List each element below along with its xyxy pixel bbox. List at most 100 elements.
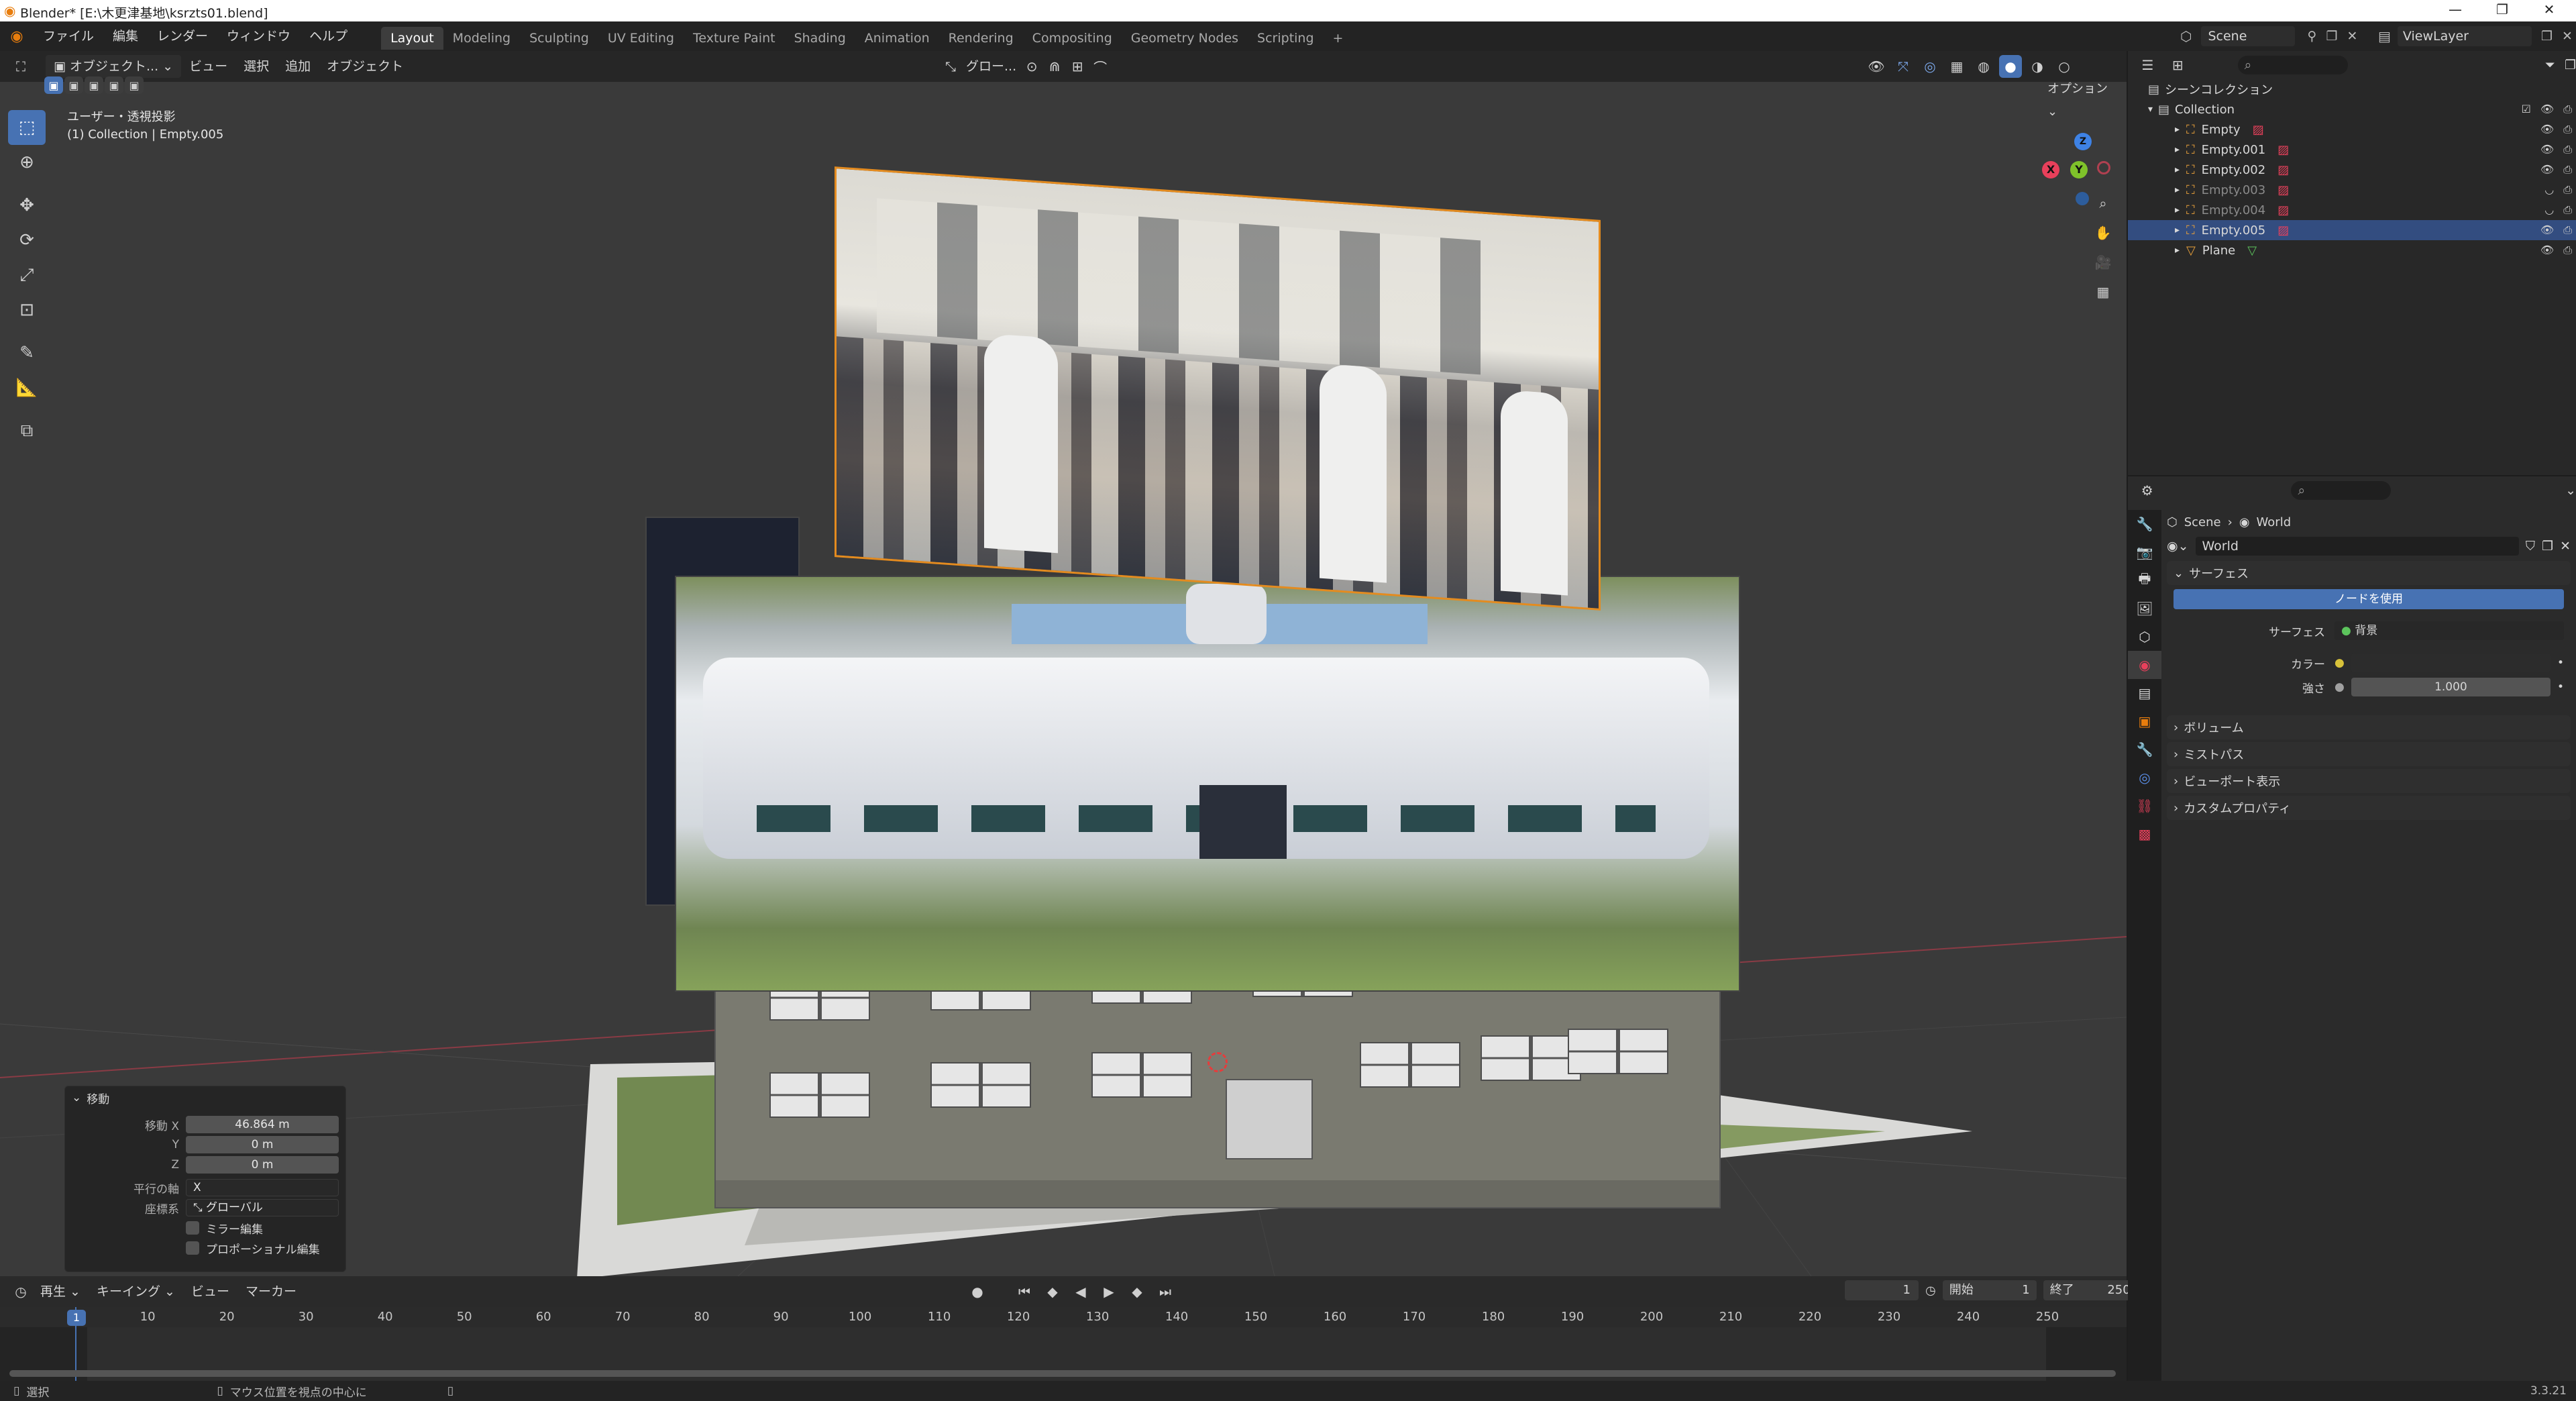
expand-chevron-icon[interactable]: ▸ (2175, 225, 2180, 236)
texture-tab-icon[interactable]: ▩ (2128, 820, 2161, 848)
tab-texture-paint[interactable]: Texture Paint (684, 27, 785, 50)
delete-view-layer-icon[interactable]: ✕ (2562, 29, 2573, 44)
next-keyframe-icon[interactable]: ◆ (1126, 1280, 1148, 1303)
scale-tool-icon[interactable]: ⤢ (8, 258, 46, 293)
expand-chevron-icon[interactable]: ▸ (2175, 205, 2180, 215)
viewport-menu-view[interactable]: ビュー (181, 55, 235, 78)
fake-user-icon[interactable]: ⛉ (2526, 539, 2535, 554)
tab-compositing[interactable]: Compositing (1023, 27, 1122, 50)
properties-search-input[interactable]: ⌕ (2291, 481, 2392, 500)
select-intersect-icon[interactable]: ▣ (125, 76, 144, 94)
jump-end-icon[interactable]: ⏭ (1154, 1280, 1177, 1303)
tab-sculpting[interactable]: Sculpting (520, 27, 598, 50)
new-collection-icon[interactable]: ❐ (2565, 58, 2576, 72)
gizmo-y-axis[interactable]: Y (2070, 161, 2088, 178)
keyframe-dot-icon[interactable]: • (2557, 656, 2564, 670)
duplicate-world-icon[interactable]: ❐ (2542, 539, 2553, 554)
new-scene-icon[interactable]: ❐ (2326, 29, 2337, 44)
outliner-scene-collection[interactable]: ▤ シーンコレクション (2128, 79, 2576, 99)
tab-scripting[interactable]: Scripting (1248, 27, 1324, 50)
viewport-options-button[interactable]: オプション ⌄ (2039, 78, 2127, 119)
modifier-tab-icon[interactable]: 🔧 (2128, 735, 2161, 764)
mode-selector[interactable]: ▣ オブジェクト... ⌄ (46, 55, 182, 78)
gizmo-toggle-icon[interactable]: ⤧ (1892, 55, 1915, 78)
world-tab-icon[interactable]: ◉ (2128, 651, 2161, 679)
transform-orientation-icon[interactable]: ⤡ (939, 55, 962, 78)
collection-tab-icon[interactable]: ▤ (2128, 679, 2161, 707)
outliner-search-input[interactable]: ⌕ (2237, 56, 2348, 74)
filter-icon[interactable]: ⏷ (2545, 58, 2555, 72)
outliner-item[interactable]: ▸ ⛶ Empty.002 ▨ 👁 ⎙ (2128, 160, 2576, 180)
outliner-item[interactable]: ▸ ⛶ Empty.001 ▨ 👁 ⎙ (2128, 140, 2576, 160)
shading-rendered-icon[interactable]: ○ (2053, 55, 2076, 78)
camera-icon[interactable]: ⎙ (2563, 183, 2572, 197)
output-tab-icon[interactable]: 🖶 (2128, 566, 2161, 594)
custom-properties-panel-header[interactable]: › カスタムプロパティ (2167, 796, 2571, 820)
playhead-handle[interactable]: 1 (67, 1310, 86, 1326)
tab-geometry-nodes[interactable]: Geometry Nodes (1122, 27, 1248, 50)
select-new-icon[interactable]: ▣ (44, 76, 63, 94)
timeline-scrollbar[interactable] (9, 1370, 2116, 1377)
timeline-editor-type-icon[interactable]: ◷ (9, 1280, 32, 1303)
surface-panel-header[interactable]: ⌄ サーフェス (2167, 561, 2571, 585)
view-layer-tab-icon[interactable]: 🖼 (2128, 594, 2161, 623)
properties-editor[interactable]: ⚙ ⌕ ⌄ 🔧 📷 🖶 🖼 ⬡ ◉ ▤ ▣ 🔧 ◎ ⛓ ▩ ⬡ Scene › … (2128, 476, 2576, 1381)
outliner-item[interactable]: ▸ ⛶ Empty ▨ 👁 ⎙ (2128, 119, 2576, 140)
outliner-item[interactable]: ▸ ⛶ Empty.005 ▨ 👁 ⎙ (2128, 220, 2576, 240)
viewport-menu-object[interactable]: オブジェクト (319, 55, 411, 78)
tool-tab-icon[interactable]: 🔧 (2128, 510, 2161, 538)
annotate-tool-icon[interactable]: ✎ (8, 335, 46, 370)
blender-menu-icon[interactable]: ◉ (0, 28, 34, 45)
select-subtract-icon[interactable]: ▣ (85, 76, 103, 94)
world-browse-icon[interactable]: ◉⌄ (2167, 539, 2189, 554)
select-extend-icon[interactable]: ▣ (64, 76, 83, 94)
menu-help[interactable]: ヘルプ (300, 21, 357, 51)
select-invert-icon[interactable]: ▣ (105, 76, 123, 94)
menu-file[interactable]: ファイル (34, 21, 103, 51)
perspective-toggle-icon[interactable]: ▦ (2092, 280, 2114, 303)
timeline-editor[interactable]: ◷ 再生 ⌄ キーイング ⌄ ビュー マーカー ● ⏮ ◆ ◀ ▶ ◆ ⏭ 1 … (0, 1276, 2137, 1388)
cursor-tool-icon[interactable]: ⊕ (8, 145, 46, 180)
viewport-menu-select[interactable]: 選択 (235, 55, 277, 78)
expand-chevron-icon[interactable]: ▸ (2175, 124, 2180, 135)
expand-chevron-icon[interactable]: ▸ (2175, 185, 2180, 195)
snap-icon[interactable]: ⋒ (1043, 55, 1066, 78)
camera-icon[interactable]: ⎙ (2563, 103, 2572, 116)
eye-icon[interactable]: 👁 (2540, 163, 2554, 176)
tab-animation[interactable]: Animation (855, 27, 939, 50)
scene-selector[interactable]: ⬡ Scene ⚲ ❐ ✕ (2180, 25, 2357, 48)
new-view-layer-icon[interactable]: ❐ (2541, 29, 2553, 44)
xray-toggle-icon[interactable]: ▦ (1945, 55, 1968, 78)
eye-closed-icon[interactable]: ◡ (2544, 183, 2554, 197)
play-icon[interactable]: ▶ (1097, 1280, 1120, 1303)
tab-uv-editing[interactable]: UV Editing (598, 27, 684, 50)
keyframe-dot-icon[interactable]: • (2557, 680, 2564, 694)
volume-panel-header[interactable]: › ボリューム (2167, 715, 2571, 739)
outliner-editor[interactable]: ☰ ⊞ ⌕ ⏷ ❐ ▤ シーンコレクション ▾ ▤ Collection ☑ 👁 ⎙… (2128, 51, 2576, 475)
outliner-item[interactable]: ▸ ⛶ Empty.004 ▨ ◡ ⎙ (2128, 200, 2576, 220)
camera-icon[interactable]: ⎙ (2563, 123, 2572, 136)
pivot-point-icon[interactable]: ⊙ (1020, 55, 1043, 78)
image-data-icon[interactable]: ▨ (2277, 223, 2289, 238)
camera-icon[interactable]: ⎙ (2563, 203, 2572, 217)
checkbox-icon[interactable]: ☑ (2522, 103, 2531, 116)
menu-window[interactable]: ウィンドウ (217, 21, 300, 51)
prev-keyframe-icon[interactable]: ◆ (1041, 1280, 1064, 1303)
gizmo-z-axis[interactable]: Z (2074, 133, 2092, 150)
image-data-icon[interactable]: ▨ (2253, 123, 2264, 137)
shading-wireframe-icon[interactable]: ◍ (1972, 55, 1995, 78)
move-tool-icon[interactable]: ✥ (8, 188, 46, 223)
constraint-axis-select[interactable]: X (186, 1179, 339, 1196)
scene-tab-icon[interactable]: ⬡ (2128, 623, 2161, 651)
tab-modeling[interactable]: Modeling (443, 27, 520, 50)
image-data-icon[interactable]: ▨ (2277, 183, 2289, 197)
world-name-field[interactable]: World (2195, 537, 2519, 556)
outliner-editor-type-icon[interactable]: ☰ (2137, 54, 2158, 76)
timeline-menu-playback[interactable]: 再生 ⌄ (32, 1280, 89, 1303)
end-frame-field[interactable]: 終了 250 (2043, 1280, 2137, 1300)
expand-chevron-icon[interactable]: ▾ (2148, 104, 2153, 115)
snap-target-icon[interactable]: ⊞ (1066, 55, 1089, 78)
expand-chevron-icon[interactable]: ▸ (2175, 144, 2180, 155)
image-data-icon[interactable]: ▨ (2277, 143, 2289, 157)
tab-shading[interactable]: Shading (785, 27, 855, 50)
